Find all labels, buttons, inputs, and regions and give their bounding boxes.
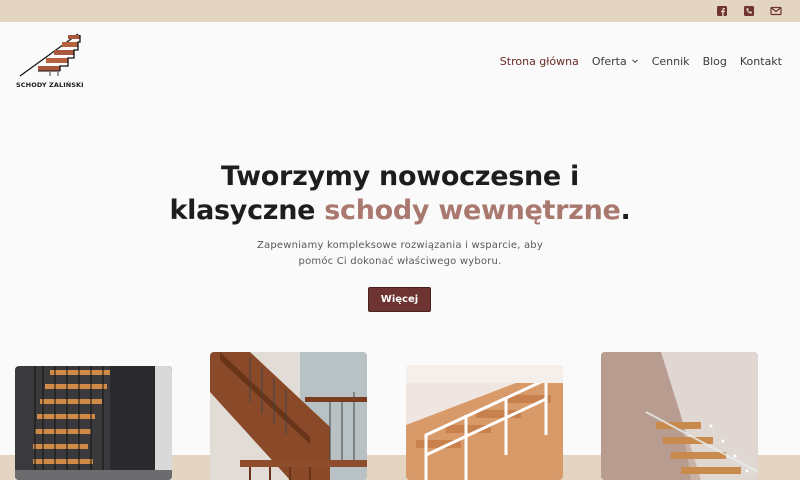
top-bar	[0, 0, 800, 22]
chevron-down-icon	[631, 59, 638, 64]
hero-subtitle-block: Zapewniamy kompleksowe rozwiązania i wsp…	[0, 238, 800, 269]
hero-heading-block: Tworzymy nowoczesne i klasyczne schody w…	[0, 160, 800, 228]
main-nav: Strona główna Oferta Cennik Blog Kontakt	[487, 53, 782, 69]
hero-title: Tworzymy nowoczesne i klasyczne schody w…	[0, 160, 800, 228]
hero-subtitle-line1: Zapewniamy kompleksowe rozwiązania i wsp…	[257, 240, 543, 251]
nav-item-contact[interactable]: Kontakt	[740, 55, 782, 68]
nav-item-blog[interactable]: Blog	[703, 55, 727, 68]
logo-text: SCHODY ZALIŃSKI	[16, 81, 84, 89]
logo[interactable]: SCHODY ZALIŃSKI	[14, 32, 84, 92]
stairs-photo-wooden-railing[interactable]	[210, 352, 367, 480]
hero-title-line1: Tworzymy nowoczesne i	[221, 161, 579, 192]
mail-icon[interactable]	[769, 4, 783, 18]
phone-icon[interactable]	[742, 4, 756, 18]
nav-item-home[interactable]: Strona główna	[500, 55, 579, 68]
facebook-icon[interactable]	[715, 4, 729, 18]
hero-subtitle-line2: pomóc Ci dokonać właściwego wyboru.	[298, 255, 502, 267]
nav-item-label: Oferta	[591, 54, 627, 68]
hero-title-line2: klasyczne	[169, 195, 325, 226]
nav-item-pricing[interactable]: Cennik	[652, 55, 690, 68]
hero-title-accent: schody wewnętrzne	[324, 195, 621, 226]
nav-item-offer[interactable]: Oferta	[592, 55, 639, 68]
nav-item-label: Kontakt	[739, 54, 782, 68]
stairs-photo-dark[interactable]	[15, 366, 172, 480]
more-button[interactable]: Więcej	[368, 287, 431, 312]
stairs-photo-white-railing[interactable]	[406, 365, 563, 480]
hero-title-end: .	[620, 195, 631, 226]
nav-item-label: Strona główna	[499, 54, 579, 68]
nav-item-label: Cennik	[651, 54, 690, 68]
nav-item-label: Blog	[702, 54, 727, 68]
hero-subtitle: Zapewniamy kompleksowe rozwiązania i wsp…	[0, 238, 800, 269]
logo-stairs-icon	[19, 33, 81, 77]
stairs-photo-glass[interactable]	[601, 352, 758, 480]
